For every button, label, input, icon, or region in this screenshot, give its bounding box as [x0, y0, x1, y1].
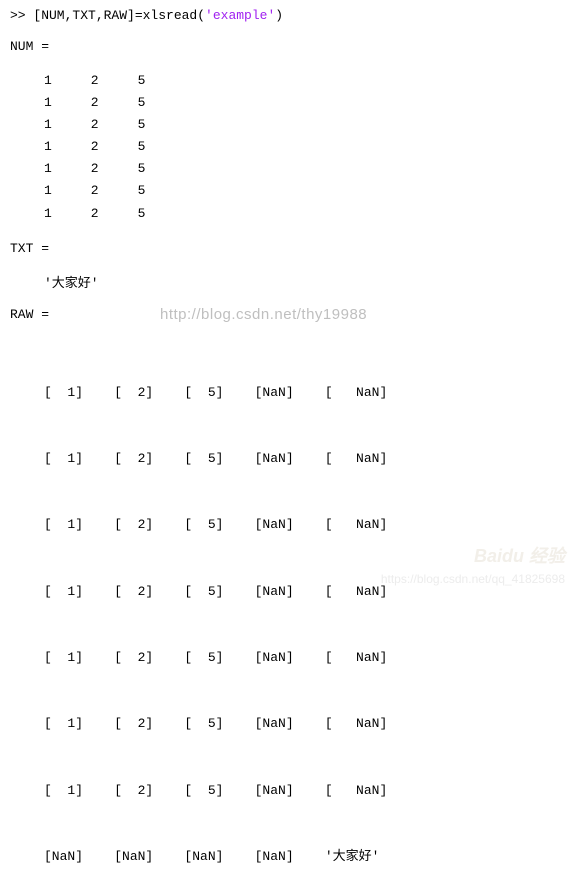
txt-value: '大家好'	[44, 272, 563, 291]
num-row: 1 2 5	[44, 92, 563, 114]
num-row: 1 2 5	[44, 203, 563, 225]
raw-row: [NaN] [NaN] [NaN] [NaN] '大家好'	[44, 846, 563, 868]
num-label: NUM =	[10, 39, 563, 54]
num-row: 1 2 5	[44, 158, 563, 180]
txt-label: TXT =	[10, 241, 563, 256]
raw-row: [ 1] [ 2] [ 5] [NaN] [ NaN]	[44, 448, 563, 470]
prompt-symbol: >>	[10, 8, 33, 23]
assignment-lhs: [NUM,TXT,RAW]=	[33, 8, 142, 23]
raw-row: [ 1] [ 2] [ 5] [NaN] [ NaN]	[44, 780, 563, 802]
raw-label: RAW =	[10, 307, 563, 322]
num-row: 1 2 5	[44, 70, 563, 92]
string-arg: 'example'	[205, 8, 275, 23]
raw-row: [ 1] [ 2] [ 5] [NaN] [ NaN]	[44, 382, 563, 404]
command-line: >> [NUM,TXT,RAW]=xlsread('example')	[10, 8, 563, 23]
num-matrix: 1 2 5 1 2 5 1 2 5 1 2 5 1 2 5 1 2 5 1 2 …	[44, 70, 563, 225]
raw-row: [ 1] [ 2] [ 5] [NaN] [ NaN]	[44, 581, 563, 603]
paren-close: )	[275, 8, 283, 23]
raw-row: [ 1] [ 2] [ 5] [NaN] [ NaN]	[44, 713, 563, 735]
paren-open: (	[197, 8, 205, 23]
raw-row: [ 1] [ 2] [ 5] [NaN] [ NaN]	[44, 514, 563, 536]
raw-row: [ 1] [ 2] [ 5] [NaN] [ NaN]	[44, 647, 563, 669]
num-row: 1 2 5	[44, 136, 563, 158]
function-name: xlsread	[143, 8, 198, 23]
num-row: 1 2 5	[44, 114, 563, 136]
num-row: 1 2 5	[44, 180, 563, 202]
raw-matrix: [ 1] [ 2] [ 5] [NaN] [ NaN] [ 1] [ 2] [ …	[44, 338, 563, 890]
